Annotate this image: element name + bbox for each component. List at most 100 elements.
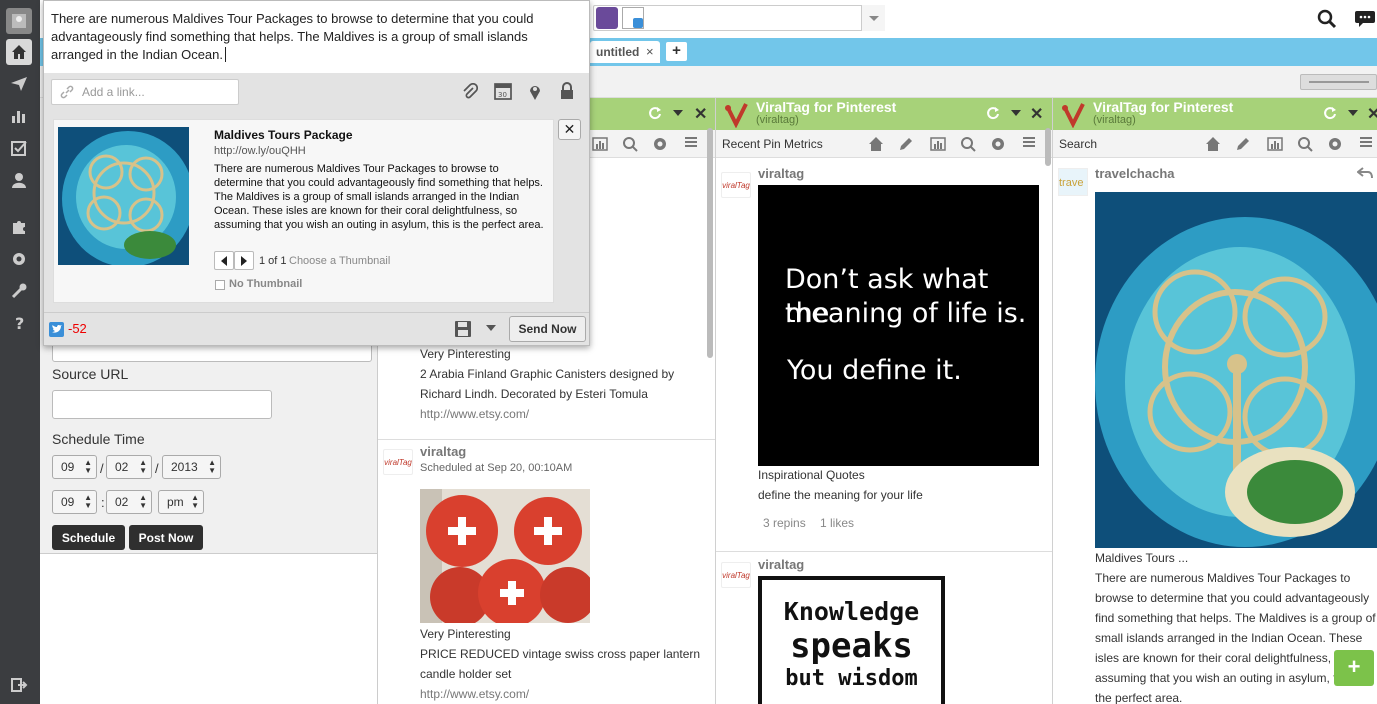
scrollbar[interactable] [1045, 128, 1051, 166]
gear-icon[interactable] [1327, 136, 1343, 152]
divider [378, 439, 715, 440]
search-icon[interactable] [1297, 136, 1313, 152]
add-link-input[interactable]: Add a link... [51, 79, 239, 105]
close-column-icon[interactable]: ✕ [694, 104, 707, 124]
search-icon[interactable] [622, 136, 638, 152]
avatar[interactable]: trave [1058, 168, 1088, 196]
schedule-button[interactable]: Schedule [52, 525, 125, 550]
home-icon[interactable] [868, 136, 884, 152]
profile-avatar-twitter[interactable] [622, 7, 644, 29]
list-icon[interactable] [684, 136, 698, 150]
repins-count[interactable]: 3 repins [763, 516, 806, 530]
repin-icon[interactable] [1357, 166, 1373, 180]
gear-icon[interactable] [652, 136, 668, 152]
stream-column-2: ViralTag for Pinterest (viraltag) ✕ Rece… [716, 98, 1053, 704]
avatar[interactable]: viralTag [383, 449, 413, 475]
ampm-select[interactable]: pm ▲ ▼ [158, 490, 204, 514]
send-icon[interactable] [6, 71, 32, 97]
viraltag-logo-icon [1061, 102, 1087, 128]
profile-avatar-purple[interactable] [596, 7, 618, 29]
likes-count[interactable]: 1 likes [820, 516, 854, 530]
post-1-body: Inspirational Quotes define the meaning … [758, 465, 1043, 505]
date-separator: / [155, 461, 159, 476]
no-thumbnail-label: No Thumbnail [229, 278, 303, 290]
column-menu-icon[interactable] [672, 108, 684, 118]
message-textarea[interactable]: There are numerous Maldives Tour Package… [44, 1, 589, 73]
apps-icon[interactable] [6, 214, 32, 240]
profile-dropdown-button[interactable] [861, 5, 885, 31]
svg-text:30: 30 [498, 91, 507, 99]
scrollbar[interactable] [707, 128, 713, 358]
column-menu-icon[interactable] [1347, 108, 1359, 118]
day-select[interactable]: 02 ▲ ▼ [106, 455, 152, 479]
no-thumbnail-checkbox[interactable] [215, 280, 225, 290]
tools-icon[interactable] [6, 278, 32, 304]
contacts-icon[interactable] [6, 167, 32, 193]
close-column-icon[interactable]: ✕ [1367, 104, 1377, 124]
day-value: 02 [115, 460, 129, 474]
post-username[interactable]: viraltag [758, 166, 804, 181]
post-username[interactable]: viraltag [758, 557, 804, 572]
post-username[interactable]: viraltag [420, 444, 572, 459]
knowledge-image[interactable]: Knowledge speaks but wisdom [758, 576, 945, 704]
maldives-image[interactable] [1095, 192, 1377, 548]
lock-icon[interactable] [559, 82, 575, 100]
save-options-chevron-icon[interactable] [485, 323, 497, 333]
home-icon[interactable] [1205, 136, 1221, 152]
assignments-icon[interactable] [6, 135, 32, 161]
month-select[interactable]: 09 ▲ ▼ [52, 455, 97, 479]
post-link[interactable]: http://www.etsy.com/ [420, 404, 710, 424]
send-now-button[interactable]: Send Now [509, 316, 586, 342]
avatar[interactable]: viralTag [721, 562, 751, 588]
calendar-icon[interactable]: 30 [494, 81, 512, 101]
post-now-button[interactable]: Post Now [129, 525, 203, 550]
post-username[interactable]: travelchacha [1095, 166, 1175, 181]
add-tab-icon[interactable]: + [666, 42, 687, 61]
refresh-icon[interactable] [986, 106, 1000, 120]
refresh-icon[interactable] [648, 106, 662, 120]
settings-icon[interactable] [6, 246, 32, 272]
zoom-slider[interactable] [1300, 74, 1377, 90]
next-thumbnail-button[interactable] [234, 251, 254, 270]
source-url-input[interactable] [52, 390, 272, 419]
location-icon[interactable] [528, 83, 542, 101]
analytics-icon[interactable] [1267, 136, 1283, 152]
refresh-icon[interactable] [1323, 106, 1337, 120]
list-icon[interactable] [1359, 136, 1373, 150]
help-icon[interactable]: ? [6, 310, 32, 336]
svg-text:?: ? [15, 314, 24, 332]
attach-icon[interactable] [462, 83, 478, 101]
close-tab-icon[interactable]: × [646, 44, 654, 59]
home-icon[interactable] [6, 39, 32, 65]
list-icon[interactable] [1022, 136, 1036, 150]
minute-select[interactable]: 02 ▲ ▼ [106, 490, 152, 514]
pencil-icon[interactable] [1235, 136, 1251, 152]
preview-thumbnail [58, 127, 189, 265]
analytics-icon[interactable] [6, 103, 32, 129]
tab-untitled[interactable]: untitled × [590, 41, 660, 63]
search-icon[interactable] [1317, 9, 1337, 29]
profile-avatar[interactable] [6, 8, 32, 34]
post-1: Very Pinteresting 2 Arabia Finland Graph… [420, 344, 710, 424]
hour-select[interactable]: 09 ▲ ▼ [52, 490, 97, 514]
quote-image[interactable]: Don’t ask what the meaning of life is. Y… [758, 185, 1039, 466]
pencil-icon[interactable] [898, 136, 914, 152]
analytics-icon[interactable] [930, 136, 946, 152]
close-preview-icon[interactable]: ✕ [558, 119, 581, 140]
close-column-icon[interactable]: ✕ [1030, 104, 1043, 124]
prev-thumbnail-button[interactable] [214, 251, 234, 270]
column-menu-icon[interactable] [1010, 108, 1022, 118]
post-link[interactable]: http://www.etsy.com/ [420, 684, 710, 704]
lantern-image[interactable] [420, 489, 590, 623]
analytics-icon[interactable] [592, 136, 608, 152]
year-select[interactable]: 2013 ▲ ▼ [162, 455, 221, 479]
logout-icon[interactable] [6, 672, 32, 698]
add-column-button[interactable]: + [1334, 650, 1374, 686]
messages-icon[interactable] [1354, 10, 1376, 28]
post-2-body: Very Pinteresting PRICE REDUCED vintage … [420, 624, 710, 704]
search-icon[interactable] [960, 136, 976, 152]
profile-selector[interactable] [593, 5, 885, 31]
gear-icon[interactable] [990, 136, 1006, 152]
avatar[interactable]: viralTag [721, 172, 751, 198]
save-draft-icon[interactable] [454, 320, 472, 338]
